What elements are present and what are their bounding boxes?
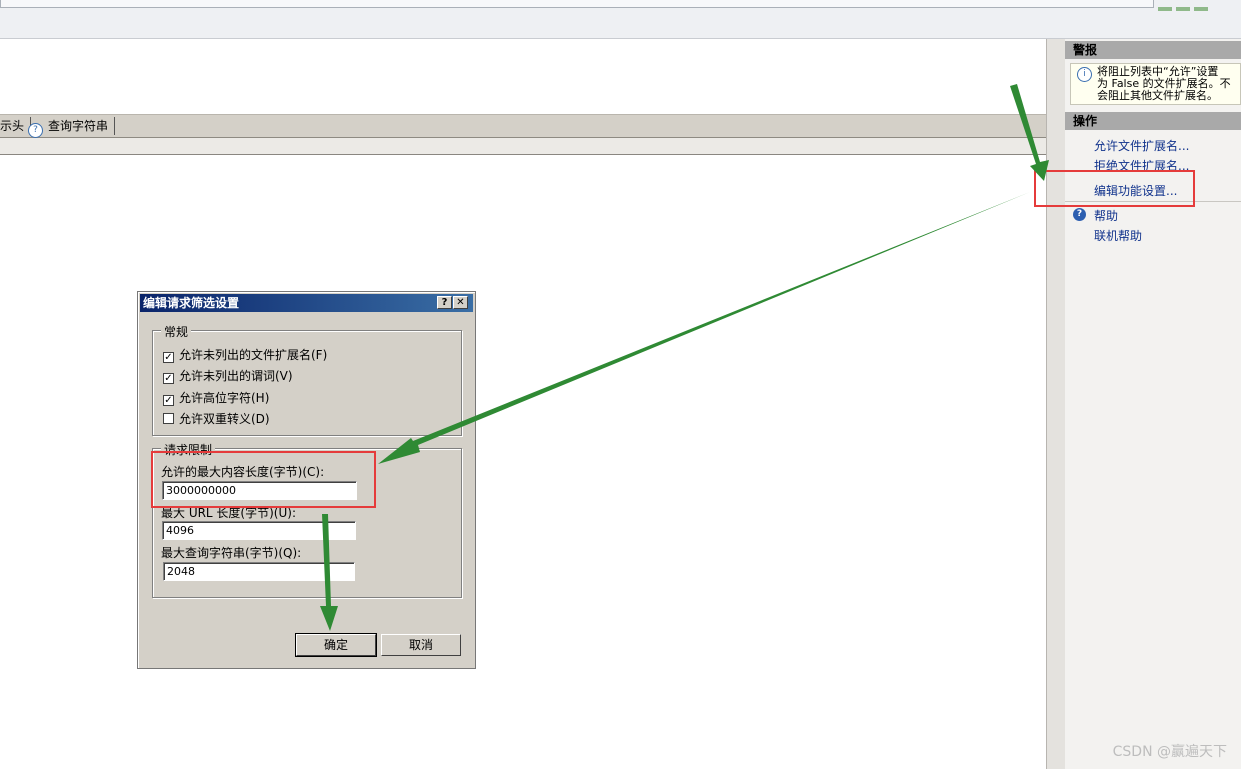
watermark: CSDN @赢遍天下 xyxy=(1112,744,1227,760)
ok-button[interactable]: 确定 xyxy=(295,633,377,657)
close-button[interactable]: ✕ xyxy=(453,296,468,309)
max-query-string-label: 最大查询字符串(字节)(Q): xyxy=(161,546,302,560)
tab-query-string[interactable]: ? 查询字符串 xyxy=(24,117,116,138)
general-group-label: 常规 xyxy=(161,323,192,340)
max-url-length-input[interactable]: 4096 xyxy=(162,521,356,540)
dialog-title: 编辑请求筛选设置 xyxy=(143,296,240,310)
checkbox-label: 允许未列出的谓词(V) xyxy=(179,369,293,383)
toolbar-icon[interactable] xyxy=(1194,7,1208,11)
general-group: 常规 ✓ 允许未列出的文件扩展名(F) ✓ 允许未列出的谓词(V) ✓ 允许高位字符(… xyxy=(152,323,462,436)
tab-query-string-label: 查询字符串 xyxy=(48,119,109,133)
checkbox-box[interactable] xyxy=(163,413,174,424)
checkbox-label: 允许双重转义(D) xyxy=(179,412,270,426)
highlight-max-content-length xyxy=(151,451,376,508)
address-bar[interactable] xyxy=(0,0,1154,8)
allow-double-escaping-checkbox[interactable]: 允许双重转义(D) xyxy=(163,410,270,427)
checkbox-box[interactable]: ✓ xyxy=(163,373,174,384)
alert-line: 会阻止其他文件扩展名。 xyxy=(1097,89,1218,102)
dialog-title-bar[interactable]: 编辑请求筛选设置 ? ✕ xyxy=(140,294,473,312)
alert-message: i 将阻止列表中“允许”设置 为 False 的文件扩展名。不 会阻止其他文件扩… xyxy=(1070,63,1241,105)
feature-tab-strip: 示头 ? 查询字符串 xyxy=(0,114,1046,138)
allow-unlisted-extensions-checkbox[interactable]: ✓ 允许未列出的文件扩展名(F) xyxy=(163,346,327,363)
checkbox-label: 允许高位字符(H) xyxy=(179,391,270,405)
help-icon: ? xyxy=(1073,208,1086,221)
toolbar-icon[interactable] xyxy=(1176,7,1190,11)
checkbox-box[interactable]: ✓ xyxy=(163,395,174,406)
allow-unlisted-verbs-checkbox[interactable]: ✓ 允许未列出的谓词(V) xyxy=(163,367,293,384)
allow-file-extension-link[interactable]: 允许文件扩展名... xyxy=(1094,137,1189,154)
actions-pane: 警报 i 将阻止列表中“允许”设置 为 False 的文件扩展名。不 会阻止其他… xyxy=(1065,39,1241,769)
toolbar-icons xyxy=(1158,0,1241,11)
list-header-bar xyxy=(0,138,1046,155)
allow-high-bit-checkbox[interactable]: ✓ 允许高位字符(H) xyxy=(163,389,269,406)
checkbox-box[interactable]: ✓ xyxy=(163,352,174,363)
cancel-button[interactable]: 取消 xyxy=(381,634,461,656)
help-button[interactable]: ? xyxy=(437,296,452,309)
tab-headers-label: 示头 xyxy=(0,119,25,133)
highlight-edit-feature-settings xyxy=(1034,170,1195,207)
help-link[interactable]: 帮助 xyxy=(1094,207,1118,224)
pane-splitter[interactable] xyxy=(1046,39,1066,769)
max-query-string-input[interactable]: 2048 xyxy=(163,562,355,581)
info-icon: i xyxy=(1077,67,1092,82)
online-help-link[interactable]: 联机帮助 xyxy=(1094,227,1142,244)
alerts-header: 警报 xyxy=(1065,41,1241,59)
checkbox-label: 允许未列出的文件扩展名(F) xyxy=(179,348,328,362)
toolbar-icon[interactable] xyxy=(1158,7,1172,11)
actions-header: 操作 xyxy=(1065,112,1241,130)
help-circle-icon: ? xyxy=(28,123,43,138)
